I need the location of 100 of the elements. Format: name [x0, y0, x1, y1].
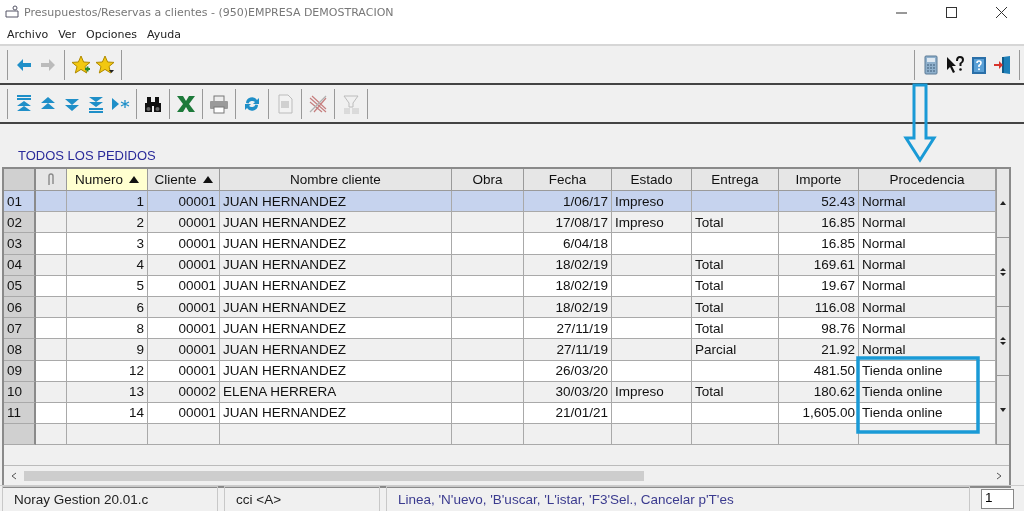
row-header: 08	[4, 339, 36, 361]
table-cell: 00001	[148, 360, 220, 382]
table-cell: 13	[67, 381, 148, 403]
table-cell: 21/01/21	[524, 402, 612, 425]
column-header[interactable]: Nombre cliente	[220, 169, 452, 191]
table-cell: Total	[692, 275, 779, 297]
row-header: 01	[4, 191, 36, 213]
page-field[interactable]: 1	[981, 489, 1014, 509]
table-cell: Normal	[859, 318, 996, 340]
row-header: 04	[4, 254, 36, 276]
table-cell: Total	[692, 318, 779, 340]
menu-item[interactable]: Opciones	[81, 27, 143, 41]
vertical-scrollbar[interactable]	[996, 169, 1009, 446]
table-cell	[36, 381, 67, 403]
row-header: 11	[4, 402, 36, 425]
menu-item[interactable]: Archivo	[2, 27, 54, 41]
column-header[interactable]: Entrega	[692, 169, 779, 191]
table-cell: JUAN HERNANDEZ	[220, 191, 452, 213]
table-cell	[452, 254, 524, 276]
table-cell: 3	[67, 233, 148, 255]
table-cell: JUAN HERNANDEZ	[220, 318, 452, 340]
paperclip-icon	[47, 173, 55, 186]
column-header[interactable]: Numero	[67, 169, 148, 191]
table-cell: 18/02/19	[524, 254, 612, 276]
table-cell: 1/06/17	[524, 191, 612, 213]
user-label: cci <A>	[224, 486, 380, 511]
table-cell: 180.62	[779, 381, 859, 403]
row-header: 10	[4, 381, 36, 403]
table-cell: Parcial	[692, 339, 779, 361]
table-row[interactable]: 09 12 00001 JUAN HERNANDEZ 26/03/20 481.50 Tienda online	[4, 360, 996, 382]
row-header: 03	[4, 233, 36, 255]
table-cell: JUAN HERNANDEZ	[220, 233, 452, 255]
table-cell: 98.76	[779, 318, 859, 340]
table-cell: JUAN HERNANDEZ	[220, 339, 452, 361]
table-cell: 169.61	[779, 254, 859, 276]
window-title: Presupuestos/Reservas a clientes - (950)EMPRESA DEMOSTRACION	[24, 5, 395, 19]
table-cell: JUAN HERNANDEZ	[220, 275, 452, 297]
row-header: 09	[4, 360, 36, 382]
scroll-up-icon[interactable]	[1000, 199, 1006, 208]
table-cell: 5	[67, 275, 148, 297]
column-header[interactable]: Cliente	[148, 169, 220, 191]
app-logo-icon	[4, 5, 20, 19]
table-cell	[36, 318, 67, 340]
table-cell: 1	[67, 191, 148, 213]
table-cell	[452, 360, 524, 382]
table-cell: 12	[67, 360, 148, 382]
table-cell	[36, 254, 67, 276]
table-cell: 8	[67, 318, 148, 340]
table-cell: 00001	[148, 233, 220, 255]
column-header[interactable]: Obra	[452, 169, 524, 191]
sort-ascending-icon	[202, 176, 213, 183]
table-row[interactable]: 11 14 00001 JUAN HERNANDEZ 21/01/21 1,605.00 Tienda online	[4, 402, 996, 425]
table-cell	[452, 402, 524, 425]
table-cell: 27/11/19	[524, 339, 612, 361]
table-cell: 21.92	[779, 339, 859, 361]
table-cell	[452, 318, 524, 340]
table-cell: Normal	[859, 191, 996, 213]
table-cell: 00001	[148, 402, 220, 425]
row-header: 05	[4, 275, 36, 297]
close-icon[interactable]	[995, 6, 1007, 18]
column-header[interactable]	[36, 169, 67, 191]
table-cell: 00001	[148, 339, 220, 361]
menu-item[interactable]: Ver	[53, 27, 82, 41]
column-header[interactable]: Procedencia	[859, 169, 996, 191]
version-label: Noray Gestion 20.01.c	[2, 486, 218, 511]
table-cell	[36, 233, 67, 255]
table-cell: 00001	[148, 254, 220, 276]
table-cell: JUAN HERNANDEZ	[220, 402, 452, 425]
table-cell: Normal	[859, 275, 996, 297]
table-cell: 30/03/20	[524, 381, 612, 403]
table-row[interactable]: 05 5 00001 JUAN HERNANDEZ 18/02/19 Total 19.67 Normal	[4, 275, 996, 297]
table-row[interactable]: 03 3 00001 JUAN HERNANDEZ 6/04/18 16.85 Normal	[4, 233, 996, 255]
table-cell: 6/04/18	[524, 233, 612, 255]
table-cell	[36, 402, 67, 425]
table-cell: Impreso	[612, 191, 692, 213]
maximize-icon[interactable]	[945, 6, 957, 18]
sort-ascending-icon	[129, 176, 139, 183]
page-up-icon[interactable]	[1000, 268, 1006, 277]
column-header[interactable]: Fecha	[524, 169, 612, 191]
column-header[interactable]: Estado	[612, 169, 692, 191]
table-row[interactable]: 07 8 00001 JUAN HERNANDEZ 27/11/19 Total 98.76 Normal	[4, 318, 996, 340]
table-cell: 00001	[148, 191, 220, 213]
table-cell: 27/11/19	[524, 318, 612, 340]
table-cell	[36, 339, 67, 361]
table-cell: 26/03/20	[524, 360, 612, 382]
table-cell: Impreso	[612, 381, 692, 403]
table-cell: 16.85	[779, 233, 859, 255]
table-cell	[452, 191, 524, 213]
table-cell: 14	[67, 402, 148, 425]
column-header[interactable]: Importe	[779, 169, 859, 191]
table-row[interactable]: 01 1 00001 JUAN HERNANDEZ 1/06/17 Impreso 52.43 Normal	[4, 191, 996, 213]
table-cell: 00001	[148, 318, 220, 340]
table-cell	[36, 275, 67, 297]
table-cell: 18/02/19	[524, 275, 612, 297]
menu-item[interactable]: Ayuda	[142, 27, 187, 41]
table-cell: JUAN HERNANDEZ	[220, 254, 452, 276]
table-cell: 9	[67, 339, 148, 361]
page-down-icon[interactable]	[1000, 337, 1006, 346]
table-cell	[452, 381, 524, 403]
table-cell: Total	[692, 254, 779, 276]
